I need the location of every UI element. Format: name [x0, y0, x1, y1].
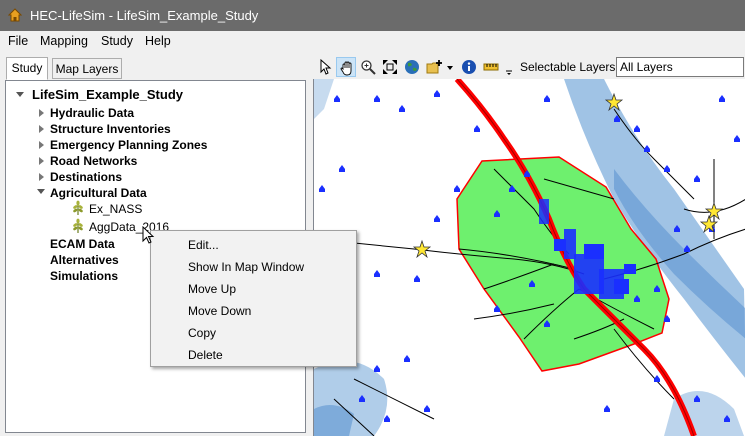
wheat-icon — [73, 200, 83, 215]
tab-study[interactable]: Study — [6, 57, 48, 80]
toolbar-overflow-icon[interactable] — [503, 57, 513, 77]
ctx-show-in-map-window[interactable]: Show In Map Window — [188, 260, 304, 274]
zoom-in-icon[interactable] — [358, 57, 378, 77]
ctx-move-down[interactable]: Move Down — [188, 304, 251, 318]
selectable-layers-label: Selectable Layers: — [520, 60, 619, 74]
add-layer-icon[interactable] — [424, 57, 444, 77]
tree-item-simulations[interactable]: Simulations — [50, 268, 118, 284]
tree-item-destinations[interactable]: Destinations — [50, 169, 122, 185]
selectable-layers-dropdown[interactable]: All Layers — [616, 57, 744, 77]
menu-file[interactable]: File — [8, 34, 28, 48]
collapse-arrow-icon[interactable] — [39, 125, 44, 133]
tree-item-emergency-planning-zones[interactable]: Emergency Planning Zones — [50, 137, 207, 153]
full-extent-icon[interactable] — [380, 57, 400, 77]
panel-tabs: Study Map Layers — [0, 57, 310, 80]
map-canvas — [314, 79, 745, 436]
tree-item-ecam-data[interactable]: ECAM Data — [50, 236, 115, 252]
app-icon — [8, 8, 22, 22]
map-window[interactable] — [313, 79, 745, 436]
tree-root[interactable]: LifeSim_Example_Study — [32, 87, 183, 103]
select-arrow-icon[interactable] — [315, 57, 335, 77]
tree-item-hydraulic-data[interactable]: Hydraulic Data — [50, 105, 134, 121]
collapse-arrow-icon[interactable] — [39, 141, 44, 149]
tree-item-alternatives[interactable]: Alternatives — [50, 252, 119, 268]
menu-help[interactable]: Help — [145, 34, 171, 48]
tree-item-road-networks[interactable]: Road Networks — [50, 153, 137, 169]
collapse-arrow-icon[interactable] — [39, 109, 44, 117]
pan-hand-icon[interactable] — [336, 57, 356, 77]
menu-bar: File Mapping Study Help — [0, 31, 745, 53]
ctx-delete[interactable]: Delete — [188, 348, 223, 362]
info-icon[interactable] — [459, 57, 479, 77]
tree-item-structure-inventories[interactable]: Structure Inventories — [50, 121, 171, 137]
title-bar: HEC-LifeSim - LifeSim_Example_Study — [0, 0, 745, 31]
map-toolbar: Selectable Layers: All Layers — [313, 55, 745, 79]
globe-icon[interactable] — [402, 57, 422, 77]
context-menu: Edit... Show In Map Window Move Up Move … — [150, 230, 357, 367]
ctx-copy[interactable]: Copy — [188, 326, 216, 340]
mouse-cursor-icon — [142, 226, 155, 244]
dropdown-arrow-icon[interactable] — [444, 57, 456, 77]
ctx-move-up[interactable]: Move Up — [188, 282, 236, 296]
wheat-icon — [73, 218, 83, 233]
tab-map-layers[interactable]: Map Layers — [52, 58, 122, 79]
flood-area — [314, 79, 334, 119]
window-title: HEC-LifeSim - LifeSim_Example_Study — [30, 8, 259, 23]
destination-star-icon — [412, 239, 432, 259]
tree-item-agricultural-data[interactable]: Agricultural Data — [50, 185, 147, 201]
expand-arrow-icon[interactable] — [37, 189, 45, 194]
tree-item-ex-nass[interactable]: Ex_NASS — [89, 201, 142, 217]
expand-arrow-icon[interactable] — [16, 92, 24, 97]
menu-mapping[interactable]: Mapping — [40, 34, 88, 48]
measure-ruler-icon[interactable] — [481, 57, 501, 77]
ctx-edit[interactable]: Edit... — [188, 238, 219, 252]
collapse-arrow-icon[interactable] — [39, 157, 44, 165]
menu-study[interactable]: Study — [101, 34, 133, 48]
collapse-arrow-icon[interactable] — [39, 173, 44, 181]
